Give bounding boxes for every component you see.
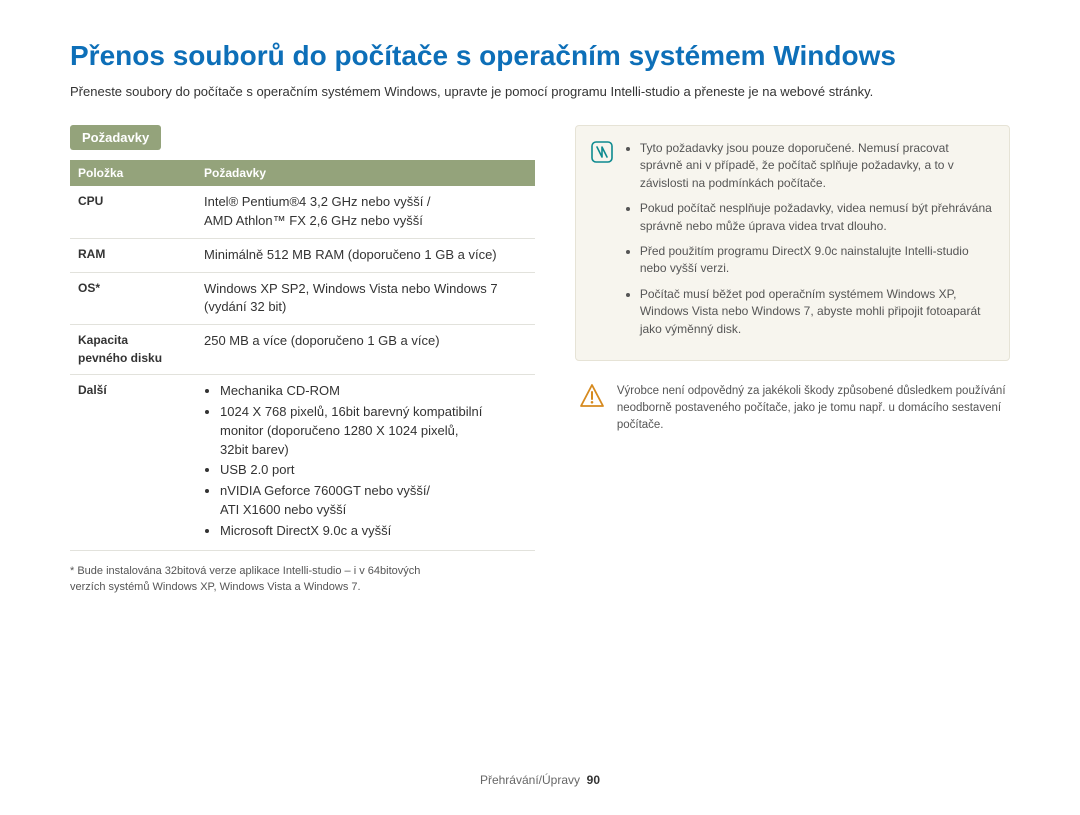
list-item: Pokud počítač nesplňuje požadavky, videa… [640, 200, 993, 235]
footer-page-number: 90 [587, 773, 600, 787]
text: ATI X1600 nebo vyšší [220, 502, 346, 517]
table-row: CPU Intel® Pentium®4 3,2 GHz nebo vyšší … [70, 186, 535, 238]
row-label-storage: Kapacita pevného disku [70, 325, 196, 375]
content-columns: Požadavky Položka Požadavky CPU Intel® P… [70, 125, 1010, 596]
text: 32bit barev) [220, 442, 289, 457]
list-item: nVIDIA Geforce 7600GT nebo vyšší/ ATI X1… [220, 482, 527, 520]
warning-icon [579, 383, 605, 409]
table-row: Další Mechanika CD-ROM 1024 X 768 pixelů… [70, 375, 535, 551]
info-note-box: Tyto požadavky jsou pouze doporučené. Ne… [575, 125, 1010, 361]
info-icon [590, 140, 614, 164]
list-item: Microsoft DirectX 9.0c a vyšší [220, 522, 527, 541]
page-footer: Přehrávání/Úpravy 90 [0, 773, 1080, 787]
text: AMD Athlon™ FX 2,6 GHz nebo vyšší [204, 213, 423, 228]
text: nVIDIA Geforce 7600GT nebo vyšší/ [220, 483, 430, 498]
row-label-cpu: CPU [70, 186, 196, 238]
requirements-badge: Požadavky [70, 125, 161, 150]
text: pevného disku [78, 351, 162, 365]
table-row: Kapacita pevného disku 250 MB a více (do… [70, 325, 535, 375]
text: Windows XP SP2, Windows Vista nebo Windo… [204, 281, 498, 296]
info-list: Tyto požadavky jsou pouze doporučené. Ne… [626, 140, 993, 346]
right-column: Tyto požadavky jsou pouze doporučené. Ne… [575, 125, 1010, 596]
row-value-other: Mechanika CD-ROM 1024 X 768 pixelů, 16bi… [196, 375, 535, 551]
document-page: Přenos souborů do počítače s operačním s… [0, 0, 1080, 815]
list-item: 1024 X 768 pixelů, 16bit barevný kompati… [220, 403, 527, 460]
table-row: OS* Windows XP SP2, Windows Vista nebo W… [70, 272, 535, 325]
text: * Bude instalována 32bitová verze aplika… [70, 565, 420, 577]
row-label-os: OS* [70, 272, 196, 325]
col-header-req: Požadavky [196, 160, 535, 186]
text: verzích systémů Windows XP, Windows Vist… [70, 581, 361, 593]
text: Kapacita [78, 333, 128, 347]
list-item: USB 2.0 port [220, 461, 527, 480]
left-column: Požadavky Položka Požadavky CPU Intel® P… [70, 125, 535, 596]
footer-section: Přehrávání/Úpravy [480, 773, 580, 787]
intro-text: Přeneste soubory do počítače s operačním… [70, 84, 1010, 99]
warning-box: Výrobce není odpovědný za jakékoli škody… [575, 383, 1010, 435]
page-title: Přenos souborů do počítače s operačním s… [70, 40, 1010, 72]
row-label-other: Další [70, 375, 196, 551]
col-header-item: Položka [70, 160, 196, 186]
text: (vydání 32 bit) [204, 299, 286, 314]
warning-text: Výrobce není odpovědný za jakékoli škody… [617, 383, 1006, 435]
row-value-os: Windows XP SP2, Windows Vista nebo Windo… [196, 272, 535, 325]
row-value-storage: 250 MB a více (doporučeno 1 GB a více) [196, 325, 535, 375]
row-value-ram: Minimálně 512 MB RAM (doporučeno 1 GB a … [196, 238, 535, 272]
list-item: Tyto požadavky jsou pouze doporučené. Ne… [640, 140, 993, 192]
text: 1024 X 768 pixelů, 16bit barevný kompati… [220, 404, 482, 419]
list-item: Před použitím programu DirectX 9.0c nain… [640, 243, 993, 278]
table-row: RAM Minimálně 512 MB RAM (doporučeno 1 G… [70, 238, 535, 272]
text: Intel® Pentium®4 3,2 GHz nebo vyšší / [204, 194, 431, 209]
text: monitor (doporučeno 1280 X 1024 pixelů, [220, 423, 459, 438]
requirements-table: Položka Požadavky CPU Intel® Pentium®4 3… [70, 160, 535, 551]
row-value-cpu: Intel® Pentium®4 3,2 GHz nebo vyšší / AM… [196, 186, 535, 238]
footnote: * Bude instalována 32bitová verze aplika… [70, 563, 535, 596]
row-label-ram: RAM [70, 238, 196, 272]
list-item: Mechanika CD-ROM [220, 382, 527, 401]
list-item: Počítač musí běžet pod operačním systéme… [640, 286, 993, 338]
